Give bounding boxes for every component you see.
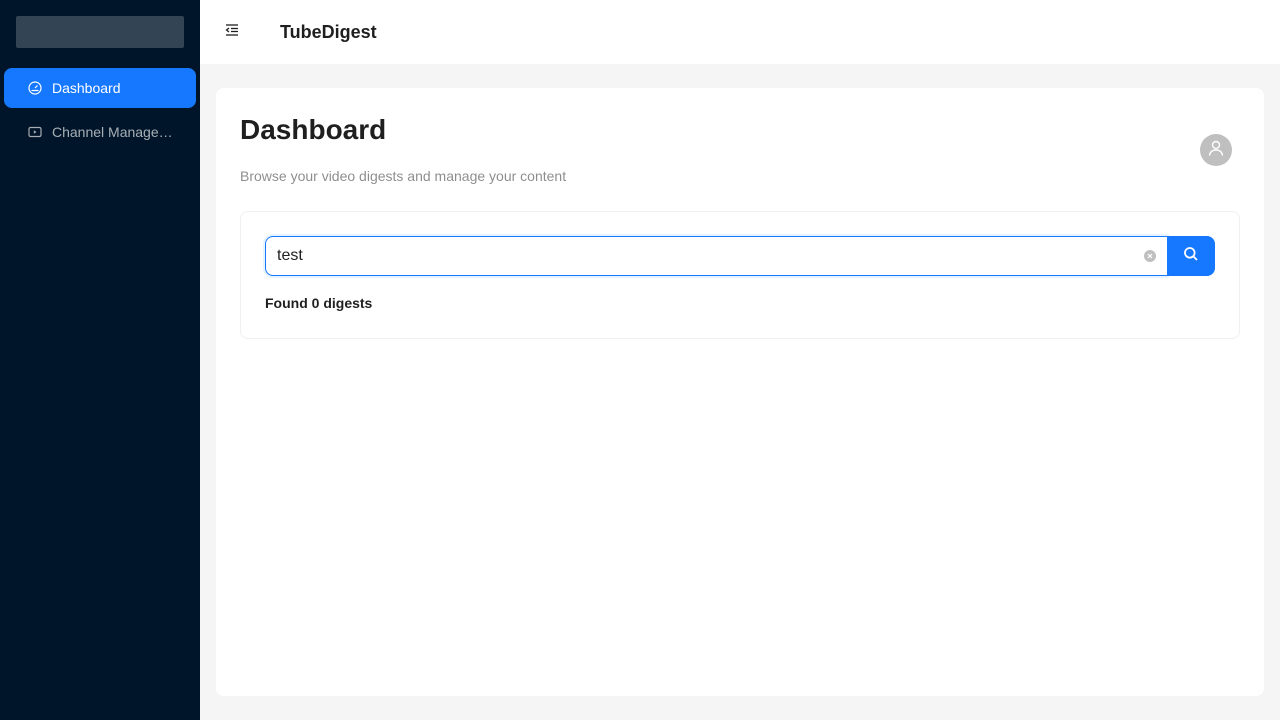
dashboard-icon	[28, 81, 42, 95]
sidebar: Dashboard Channel Management	[0, 0, 200, 720]
menu-fold-icon	[224, 22, 240, 43]
search-input-wrapper	[265, 236, 1167, 276]
search-button[interactable]	[1167, 236, 1215, 276]
sidebar-item-dashboard[interactable]: Dashboard	[4, 68, 196, 108]
page-subtitle: Browse your video digests and manage you…	[240, 168, 567, 184]
search-icon	[1183, 246, 1199, 267]
main-content: Dashboard Browse your video digests and …	[216, 88, 1264, 696]
video-icon	[28, 125, 42, 139]
menu-fold-button[interactable]	[200, 0, 264, 64]
app-title: TubeDigest	[280, 21, 377, 42]
top-header: TubeDigest	[200, 0, 1280, 64]
search-bar	[265, 236, 1215, 276]
search-card: Found 0 digests	[240, 211, 1240, 339]
search-input[interactable]	[277, 247, 1144, 265]
clear-icon[interactable]	[1144, 250, 1156, 262]
sidebar-item-label: Channel Management	[52, 124, 180, 140]
avatar[interactable]	[1200, 134, 1232, 166]
user-icon	[1207, 139, 1225, 162]
sidebar-item-channel-management[interactable]: Channel Management	[4, 112, 196, 152]
sidebar-item-label: Dashboard	[52, 80, 121, 96]
page-title: Dashboard	[240, 114, 387, 145]
results-count: Found 0 digests	[265, 295, 373, 311]
sidebar-menu: Dashboard Channel Management	[4, 68, 196, 156]
logo-placeholder	[16, 16, 184, 48]
